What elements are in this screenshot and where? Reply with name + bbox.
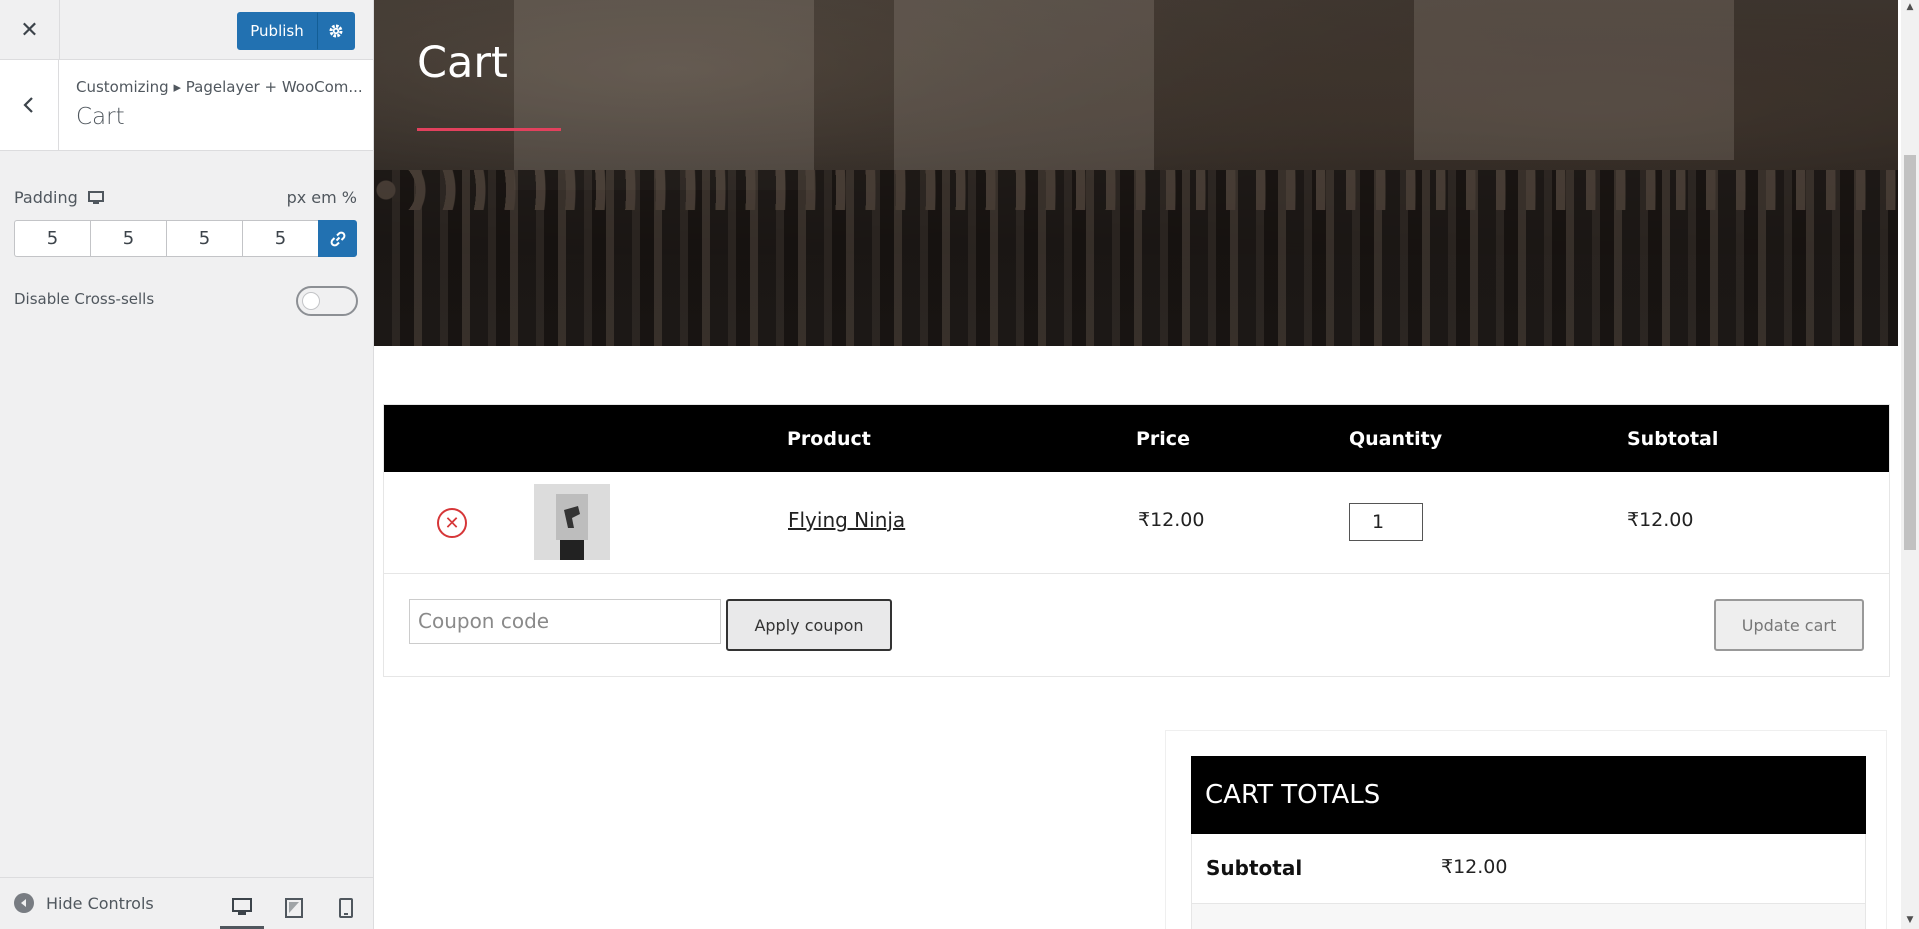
apply-coupon-button[interactable]: Apply coupon [726, 599, 892, 651]
scroll-down-arrow-icon[interactable]: ▼ [1905, 915, 1915, 925]
link-icon [330, 231, 345, 246]
subtotal-label: Subtotal [1206, 856, 1303, 880]
table-header: Product Price Quantity Subtotal [384, 405, 1889, 472]
publish-settings-button[interactable] [317, 12, 355, 50]
breadcrumb: Customizing ▸ Pagelayer + WooCom... [76, 78, 363, 96]
hero-banner: Cart [374, 0, 1898, 346]
preview-scrollbar[interactable]: ▲ ▼ [1901, 0, 1919, 929]
table-row: ✕ Flying Ninja ₹12.00 1 ₹12.00 [384, 472, 1889, 574]
tablet-icon [285, 898, 303, 918]
totals-row: Subtotal ₹12.00 [1191, 834, 1866, 904]
product-thumbnail[interactable] [534, 484, 610, 560]
totals-row [1191, 904, 1866, 929]
scroll-up-arrow-icon[interactable]: ▲ [1905, 2, 1915, 12]
padding-control-label: Padding [14, 188, 104, 207]
coupon-code-input[interactable]: Coupon code [409, 599, 721, 644]
customizer-header: ✕ Publish [0, 0, 373, 60]
subtotal-value: ₹12.00 [1441, 856, 1508, 878]
padding-bottom-input[interactable]: 5 [166, 220, 242, 257]
hero-building [514, 0, 814, 190]
cart-totals-title: CART TOTALS [1191, 756, 1866, 834]
hero-building [894, 0, 1154, 170]
customizer-sidebar: ✕ Publish Customizing ▸ Pagelayer + WooC… [0, 0, 374, 929]
item-price: ₹12.00 [1138, 509, 1205, 531]
mobile-preview-button[interactable] [324, 887, 368, 929]
cart-table: Product Price Quantity Subtotal ✕ Flying… [383, 404, 1890, 677]
hide-controls-label: Hide Controls [46, 893, 154, 913]
site-preview: Cart Product Price Quantity Subtotal ✕ F… [374, 0, 1901, 929]
cart-actions: Coupon code Apply coupon Update cart [384, 574, 1889, 676]
mobile-icon [339, 898, 353, 918]
column-header-price: Price [1136, 427, 1190, 450]
item-subtotal: ₹12.00 [1627, 509, 1694, 531]
padding-inputs: 5 5 5 5 [14, 220, 357, 257]
desktop-icon [232, 897, 252, 915]
section-title: Cart [76, 104, 125, 130]
publish-button[interactable]: Publish [237, 12, 317, 50]
product-link[interactable]: Flying Ninja [788, 508, 905, 532]
publish-group: Publish [237, 12, 355, 50]
column-header-product: Product [787, 427, 871, 450]
customizer-footer: Hide Controls [0, 877, 373, 929]
title-underline [417, 128, 561, 131]
scroll-thumb[interactable] [1904, 155, 1916, 550]
close-icon[interactable]: ✕ [0, 0, 60, 60]
desktop-icon[interactable] [87, 190, 104, 205]
padding-left-input[interactable]: 5 [242, 220, 318, 257]
toggle-knob [302, 292, 320, 310]
column-header-quantity: Quantity [1349, 427, 1443, 450]
hero-crowd [374, 170, 1898, 346]
tablet-preview-button[interactable] [272, 887, 316, 929]
padding-top-input[interactable]: 5 [14, 220, 90, 257]
section-header: Customizing ▸ Pagelayer + WooCom... Cart [0, 60, 373, 151]
hero-building [1414, 0, 1734, 160]
unit-selector[interactable]: px em % [287, 188, 357, 207]
chevron-left-icon [23, 97, 33, 113]
cross-sells-label: Disable Cross-sells [14, 290, 155, 308]
hide-controls-button[interactable]: Hide Controls [14, 893, 154, 913]
remove-item-button[interactable]: ✕ [437, 508, 467, 538]
cross-sells-toggle[interactable] [296, 286, 358, 316]
padding-right-input[interactable]: 5 [90, 220, 166, 257]
gear-icon [329, 24, 343, 38]
link-values-button[interactable] [318, 220, 357, 257]
back-button[interactable] [0, 60, 59, 150]
page-title: Cart [417, 38, 508, 88]
update-cart-button[interactable]: Update cart [1714, 599, 1864, 651]
desktop-preview-button[interactable] [220, 887, 264, 929]
collapse-arrow-icon [14, 893, 34, 913]
column-header-subtotal: Subtotal [1627, 427, 1719, 450]
quantity-input[interactable]: 1 [1349, 503, 1423, 541]
padding-label: Padding [14, 188, 78, 207]
